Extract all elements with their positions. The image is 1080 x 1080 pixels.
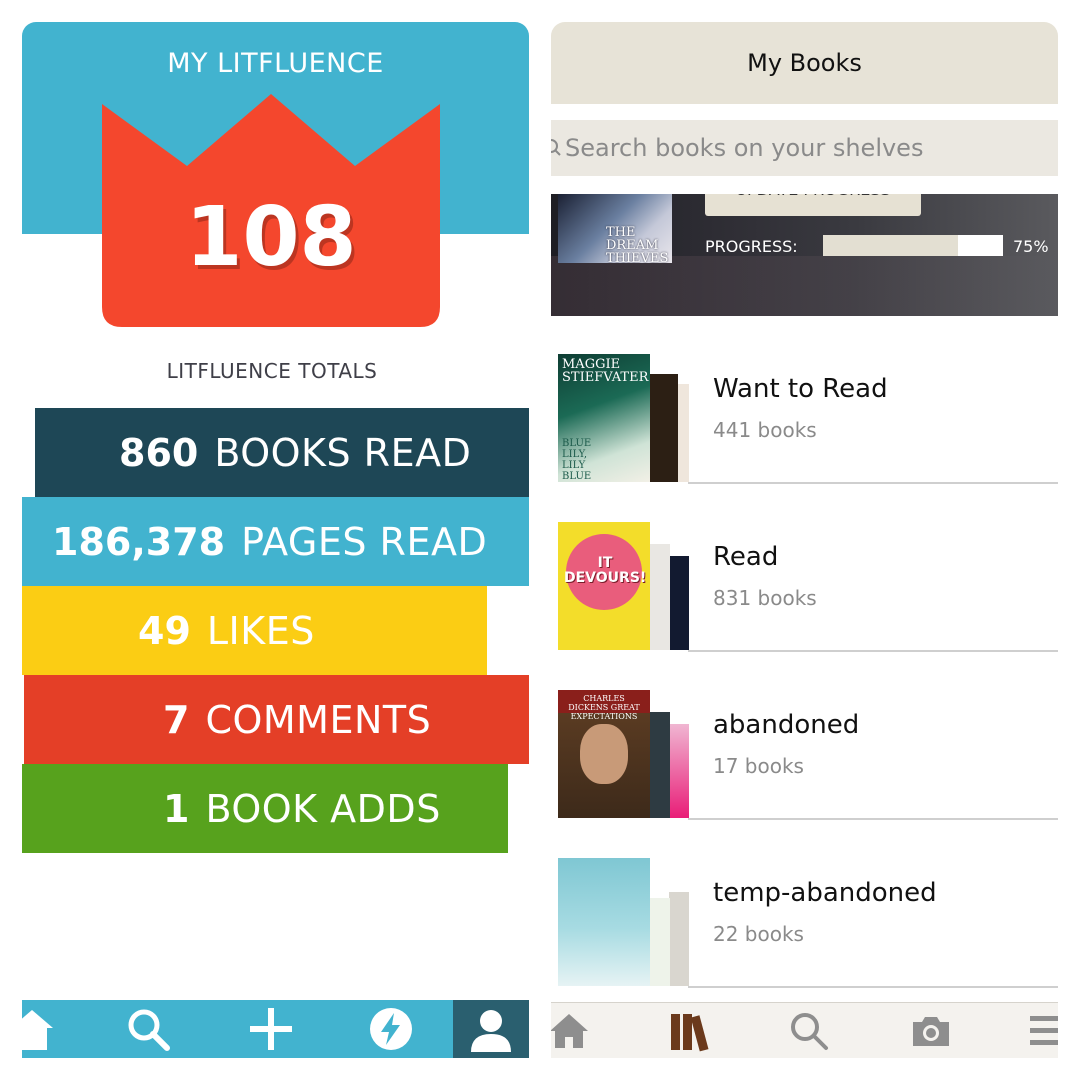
currently-reading-card: THE DREAM THIEVES UPDATE PROGRESS PROGRE…: [551, 194, 1058, 316]
shelf-read[interactable]: IT DEVOURS! Read 831 books: [551, 522, 1058, 690]
shelf-name: temp-abandoned: [713, 878, 937, 908]
shelf-name: Read: [713, 542, 779, 572]
litfluence-screen: MY LITFLUENCE 108 LITFLUENCE TOTALS 860 …: [22, 22, 529, 1058]
stat-label: PAGES READ: [241, 519, 488, 564]
tab-more[interactable]: [1013, 1007, 1058, 1055]
book-cover: MAGGIE STIEFVATER BLUE LILY, LILY BLUE: [558, 354, 650, 482]
shelf-name: abandoned: [713, 710, 860, 740]
cover-art: [580, 724, 628, 784]
shelf-count: 831 books: [713, 586, 817, 610]
stat-pages-read: 186,378 PAGES READ: [22, 497, 529, 586]
litfluence-score: 108: [185, 190, 357, 285]
tab-activity[interactable]: [353, 1000, 429, 1058]
stat-number: 49: [138, 608, 191, 653]
lightning-icon: [370, 1008, 412, 1050]
book-cover: [648, 544, 670, 650]
stat-number: 860: [119, 430, 199, 475]
shelf-covers: CHARLES DICKENS GREAT EXPECTATIONS: [558, 690, 692, 818]
shelf-temp-abandoned[interactable]: temp-abandoned 22 books: [551, 858, 1058, 1026]
search-input[interactable]: [565, 134, 1035, 162]
divider: [688, 986, 1058, 988]
stat-label: BOOKS READ: [214, 430, 472, 475]
bottom-tab-bar: [22, 1000, 529, 1058]
cover-title: CHARLES DICKENS GREAT EXPECTATIONS: [568, 694, 640, 721]
book-cover: [670, 724, 689, 818]
stat-number: 186,378: [52, 519, 226, 564]
shelf-abandoned[interactable]: CHARLES DICKENS GREAT EXPECTATIONS aband…: [551, 690, 1058, 858]
shelf-name: Want to Read: [713, 374, 888, 404]
divider: [688, 650, 1058, 652]
stat-books-read: 860 BOOKS READ: [35, 408, 529, 497]
book-cover: CHARLES DICKENS GREAT EXPECTATIONS: [558, 690, 650, 818]
cover-title: MAGGIE STIEFVATER: [562, 357, 649, 385]
search-icon: [128, 1009, 170, 1051]
stat-number: 7: [163, 697, 190, 742]
shelf-covers: [558, 858, 692, 986]
my-books-screen: My Books THE DREAM THIEVES UPDATE PROGRE…: [551, 22, 1058, 1058]
bottom-tab-bar: [551, 1002, 1058, 1058]
shelf-covers: MAGGIE STIEFVATER BLUE LILY, LILY BLUE: [558, 354, 692, 482]
page-title: MY LITFLUENCE: [167, 48, 384, 79]
tab-search[interactable]: [110, 1000, 186, 1058]
progress-fill: [823, 235, 958, 256]
book-cover[interactable]: THE DREAM THIEVES: [558, 194, 672, 263]
search-bar[interactable]: [551, 120, 1058, 176]
stat-number: 1: [163, 786, 190, 831]
stat-label: LIKES: [206, 608, 315, 653]
divider: [688, 482, 1058, 484]
book-cover: [669, 556, 689, 650]
tab-my-books[interactable]: [657, 1007, 721, 1055]
plus-icon: [250, 1008, 292, 1050]
book-cover: [648, 374, 678, 482]
books-icon: [671, 1014, 709, 1052]
shelf-count: 17 books: [713, 754, 804, 778]
stat-book-adds: 1 BOOK ADDS: [22, 764, 508, 853]
cover-title: IT DEVOURS!: [564, 555, 647, 586]
nav-bar: My Books: [551, 22, 1058, 104]
menu-icon: [1030, 1016, 1058, 1045]
cover-subtitle: BLUE LILY, LILY BLUE: [562, 438, 592, 482]
search-icon: [551, 139, 561, 156]
shelf-want-to-read[interactable]: MAGGIE STIEFVATER BLUE LILY, LILY BLUE W…: [551, 354, 1058, 522]
tab-scan[interactable]: [899, 1007, 963, 1055]
progress-percent: 75%: [1013, 237, 1049, 256]
book-cover: [648, 712, 670, 818]
update-progress-button[interactable]: UPDATE PROGRESS: [705, 194, 921, 216]
book-cover: [648, 898, 670, 986]
home-icon: [551, 1014, 588, 1048]
tab-add[interactable]: [233, 1000, 309, 1058]
home-icon: [22, 1010, 53, 1050]
camera-icon: [913, 1017, 949, 1046]
tab-home[interactable]: [551, 1007, 601, 1055]
profile-icon: [471, 1010, 511, 1052]
stat-label: COMMENTS: [205, 697, 432, 742]
page-title: My Books: [747, 49, 862, 77]
book-cover: [558, 858, 650, 986]
progress-label: PROGRESS:: [705, 237, 798, 256]
shelf-count: 441 books: [713, 418, 817, 442]
divider: [688, 818, 1058, 820]
stat-likes: 49 LIKES: [22, 586, 487, 675]
book-cover: IT DEVOURS!: [558, 522, 650, 650]
progress-bar: [823, 235, 1003, 256]
cover-title: THE DREAM THIEVES: [606, 225, 669, 263]
tab-profile[interactable]: [453, 1000, 529, 1058]
tab-home[interactable]: [22, 1000, 70, 1058]
shelf-count: 22 books: [713, 922, 804, 946]
stat-label: BOOK ADDS: [205, 786, 441, 831]
shelf-covers: IT DEVOURS!: [558, 522, 692, 650]
totals-heading: LITFLUENCE TOTALS: [166, 359, 378, 383]
tab-search[interactable]: [777, 1007, 841, 1055]
book-cover: [669, 892, 689, 986]
stat-comments: 7 COMMENTS: [24, 675, 529, 764]
search-icon: [791, 1013, 828, 1050]
